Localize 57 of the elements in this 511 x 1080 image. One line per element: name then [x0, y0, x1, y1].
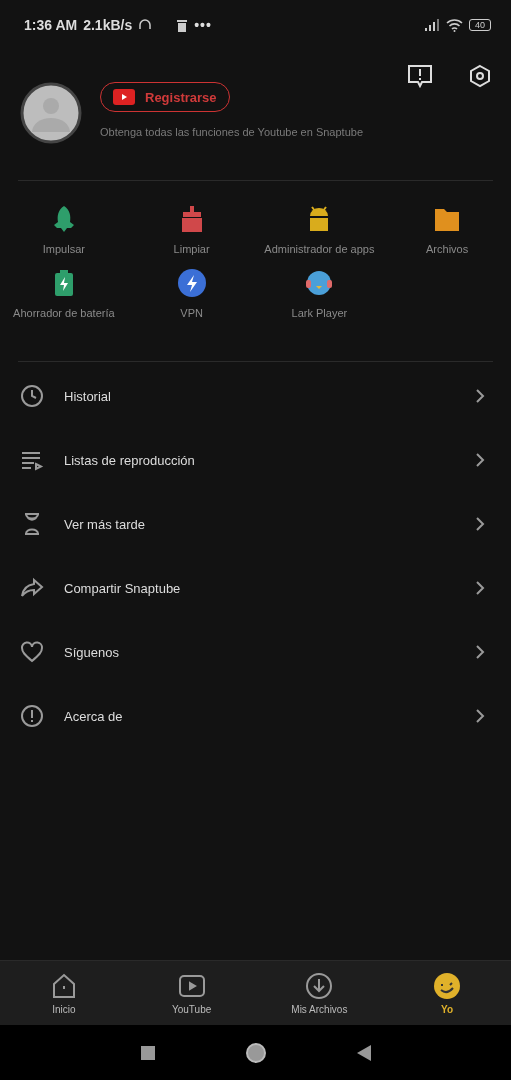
- menu-label: Acerca de: [64, 708, 124, 724]
- chevron-icon: [475, 709, 485, 723]
- chevron-icon: [475, 389, 485, 403]
- tool-item[interactable]: Ahorrador de batería: [0, 269, 128, 319]
- nav-tab[interactable]: YouTube: [127, 961, 256, 1025]
- menu-label: Listas de reproducción: [64, 452, 196, 468]
- menu-label: Ver más tarde: [64, 516, 146, 532]
- battery-indicator: 40: [469, 19, 491, 31]
- menu-label: Síguenos: [64, 644, 120, 660]
- trash-icon: [176, 18, 189, 32]
- menu-item[interactable]: Síguenos: [0, 620, 511, 684]
- menu-item[interactable]: Listas de reproducción: [0, 428, 511, 492]
- chevron-icon: [475, 517, 485, 531]
- signal-icon: [424, 19, 440, 31]
- tool-label: Limpiar: [173, 243, 210, 255]
- profile-subtitle: Obtenga todas las funciones de Youtube en Snaptube: [100, 126, 363, 138]
- menu-item[interactable]: Compartir Snaptube: [0, 556, 511, 620]
- menu-item[interactable]: Ver más tarde: [0, 492, 511, 556]
- youtube-icon: [113, 89, 135, 105]
- tool-label: Lark Player: [291, 307, 348, 319]
- settings-icon[interactable]: [469, 64, 491, 88]
- nav-tab[interactable]: Mis Archivos: [255, 961, 384, 1025]
- tool-label: Archivos: [426, 243, 469, 255]
- tool-label: VPN: [180, 307, 203, 319]
- tool-item[interactable]: Archivos: [383, 205, 511, 255]
- back-icon[interactable]: [356, 1044, 371, 1061]
- chevron-icon: [475, 581, 485, 595]
- info-icon: [20, 704, 44, 728]
- heart-icon: [20, 640, 44, 664]
- tool-item[interactable]: Impulsar: [0, 205, 128, 255]
- chevron-icon: [475, 453, 485, 467]
- menu-label: Historial: [64, 388, 112, 404]
- tool-label: Ahorrador de batería: [13, 307, 115, 319]
- tool-label: Impulsar: [42, 243, 85, 255]
- clock: 1:36 AM: [24, 17, 78, 33]
- tool-item[interactable]: Limpiar: [127, 205, 256, 255]
- nav-tab[interactable]: Yo: [383, 961, 511, 1025]
- history-icon: [20, 384, 44, 408]
- tool-label: Administrador de apps: [264, 243, 375, 255]
- tool-item[interactable]: Administrador de apps: [255, 205, 384, 255]
- feedback-icon[interactable]: [407, 64, 433, 88]
- menu-item[interactable]: Historial: [0, 364, 511, 428]
- menu-item[interactable]: Acerca de: [0, 684, 511, 748]
- more-dots: •••: [194, 17, 212, 33]
- download-icon: [305, 971, 334, 1000]
- me-icon: [433, 971, 462, 1000]
- menu-label: Compartir Snaptube: [64, 580, 182, 596]
- avatar[interactable]: [20, 82, 82, 144]
- tool-item[interactable]: Lark Player: [255, 269, 384, 319]
- wifi-icon: [446, 18, 463, 32]
- network-speed: 2.1kB/s: [83, 17, 133, 33]
- recents-icon[interactable]: [140, 1045, 155, 1060]
- headphones-icon: [138, 18, 153, 32]
- tool-item[interactable]: VPN: [127, 269, 256, 319]
- nav-tab[interactable]: Inicio: [0, 961, 128, 1025]
- home-icon[interactable]: [244, 1041, 267, 1064]
- chevron-icon: [475, 645, 485, 659]
